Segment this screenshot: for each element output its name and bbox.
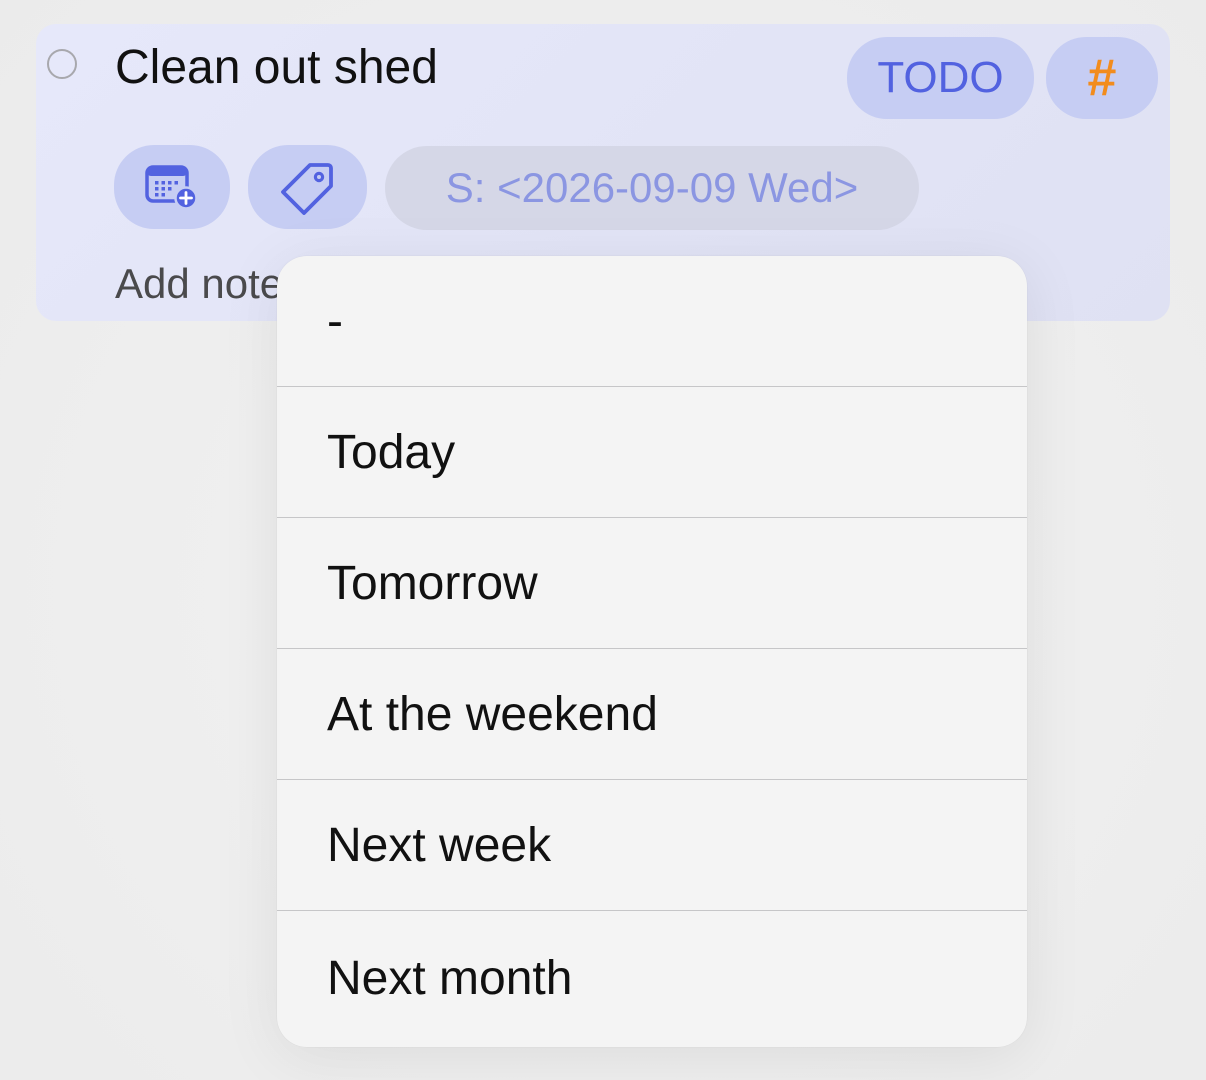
tag-button[interactable] [248, 145, 367, 229]
menu-item-weekend[interactable]: At the weekend [277, 649, 1027, 780]
task-title[interactable]: Clean out shed [115, 38, 438, 98]
schedule-dropdown-menu: - Today Tomorrow At the weekend Next wee… [277, 256, 1027, 1047]
scheduled-date-chip[interactable]: S: <2026-09-09 Wed> [385, 146, 919, 230]
task-checkbox[interactable] [47, 49, 77, 79]
menu-item-next-month[interactable]: Next month [277, 911, 1027, 1046]
schedule-button[interactable] [114, 145, 230, 229]
tag-hash-button[interactable]: # [1046, 37, 1158, 119]
menu-item-none[interactable]: - [277, 256, 1027, 387]
menu-item-today[interactable]: Today [277, 387, 1027, 518]
tag-icon [280, 163, 333, 215]
todo-state-button[interactable]: TODO [847, 37, 1034, 119]
add-note-field[interactable]: Add note [115, 258, 283, 310]
calendar-plus-icon [145, 165, 198, 210]
menu-item-tomorrow[interactable]: Tomorrow [277, 518, 1027, 649]
menu-item-next-week[interactable]: Next week [277, 780, 1027, 911]
